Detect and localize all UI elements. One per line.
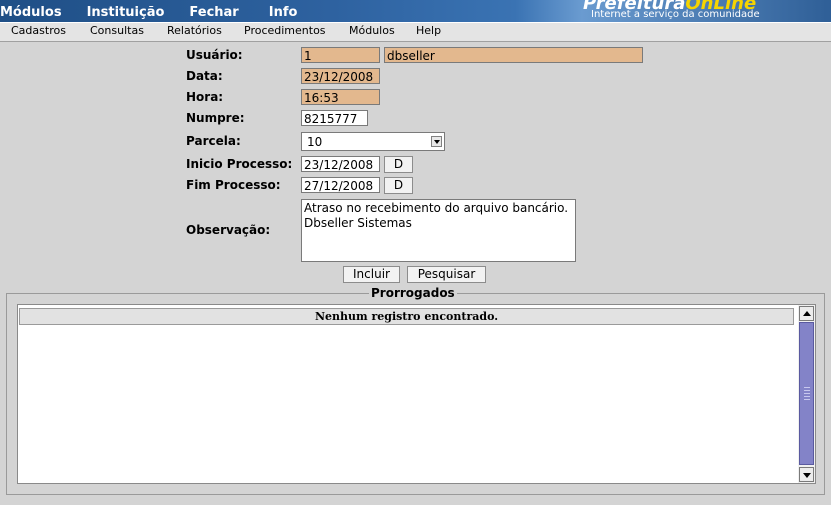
topnav-modulos[interactable]: Módulos	[0, 5, 62, 20]
usuario-id-field: 1	[301, 47, 380, 63]
menu-cadastros[interactable]: Cadastros	[11, 24, 66, 37]
brand-tagline: Internet a serviço da comunidade	[591, 9, 760, 20]
pesquisar-button[interactable]: Pesquisar	[407, 266, 486, 283]
topnav-fechar[interactable]: Fechar	[189, 5, 238, 20]
prorrogados-grid: Nenhum registro encontrado.	[17, 304, 816, 484]
chevron-down-icon[interactable]	[431, 136, 442, 147]
menu-bar: Cadastros Consultas Relatórios Procedime…	[0, 22, 831, 42]
prorrogados-legend: Prorrogados	[369, 286, 457, 300]
scroll-thumb[interactable]	[799, 322, 814, 465]
parcela-selected-value: 10	[307, 135, 323, 149]
grid-scrollbar[interactable]	[798, 305, 815, 483]
parcela-label: Parcela:	[186, 134, 241, 148]
grid-empty-message: Nenhum registro encontrado.	[19, 308, 794, 325]
observacao-textarea[interactable]	[301, 199, 576, 262]
numpre-label: Numpre:	[186, 111, 245, 125]
parcela-select[interactable]: 10	[301, 132, 445, 151]
data-field: 23/12/2008	[301, 68, 380, 84]
top-nav: Módulos Instituição Fechar Info	[0, 5, 297, 20]
inicio-processo-label: Inicio Processo:	[186, 157, 293, 171]
data-label: Data:	[186, 69, 223, 83]
hora-label: Hora:	[186, 90, 224, 104]
usuario-nome-field: dbseller	[384, 47, 643, 63]
fim-processo-label: Fim Processo:	[186, 178, 281, 192]
menu-procedimentos[interactable]: Procedimentos	[244, 24, 326, 37]
inicio-date-button[interactable]: D	[384, 156, 413, 173]
scroll-up-icon[interactable]	[799, 306, 814, 321]
numpre-field[interactable]: 8215777	[301, 110, 368, 126]
topnav-instituicao[interactable]: Instituição	[87, 5, 165, 20]
incluir-button[interactable]: Incluir	[343, 266, 400, 283]
fim-processo-field[interactable]: 27/12/2008	[301, 177, 380, 193]
brand-logo: PrefeituraOnLine Internet a serviço da c…	[583, 0, 831, 22]
grip-icon	[804, 387, 810, 401]
inicio-processo-field[interactable]: 23/12/2008	[301, 156, 380, 172]
top-banner: Módulos Instituição Fechar Info Prefeitu…	[0, 0, 831, 22]
hora-field: 16:53	[301, 89, 380, 105]
usuario-label: Usuário:	[186, 48, 243, 62]
menu-consultas[interactable]: Consultas	[90, 24, 144, 37]
menu-relatorios[interactable]: Relatórios	[167, 24, 222, 37]
topnav-info[interactable]: Info	[269, 5, 298, 20]
menu-help[interactable]: Help	[416, 24, 441, 37]
menu-modulos[interactable]: Módulos	[349, 24, 395, 37]
observacao-label: Observação:	[186, 223, 271, 237]
fim-date-button[interactable]: D	[384, 177, 413, 194]
scroll-down-icon[interactable]	[799, 467, 814, 482]
